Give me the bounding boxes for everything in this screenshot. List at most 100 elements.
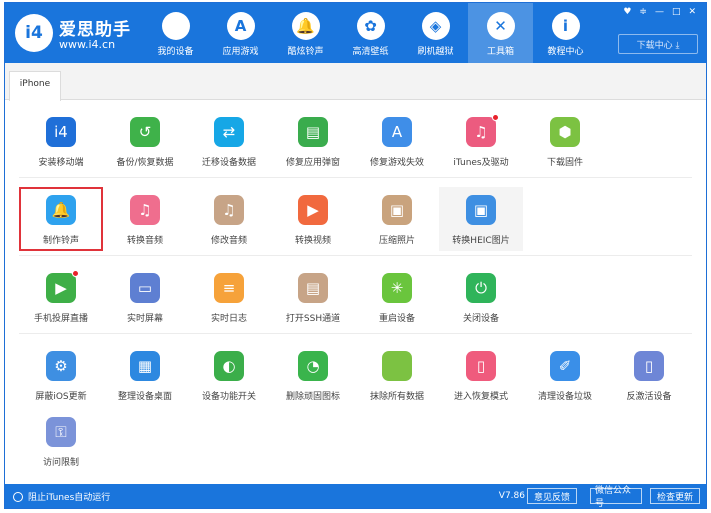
tool-item[interactable]: ⏻ 关闭设备 — [439, 265, 523, 329]
nav-label: 高清壁纸 — [352, 47, 389, 57]
tool-item[interactable]: ▤ 修复应用弹窗 — [271, 109, 355, 173]
nav-item-0[interactable]: 我的设备 — [143, 3, 208, 63]
tool-item[interactable]: ▦ 整理设备桌面 — [103, 343, 187, 407]
tool-item[interactable]: A 修复游戏失效 — [355, 109, 439, 173]
tool-item[interactable]: ▶ 手机投屏直播 — [19, 265, 103, 329]
appstore-fix-icon: A — [382, 117, 412, 147]
tool-item[interactable]: ♫ 转换音频 — [103, 187, 187, 251]
tool-row2: 🔔 制作铃声 ♫ 转换音频 ♫ 修改音频 ▶ 转换视频 ▣ 压缩照片 ▣ 转换HEIC图片 — [5, 187, 706, 251]
wechat-button[interactable]: 微信公众号 — [590, 486, 642, 508]
download-center-button[interactable]: 下载中心 ⤓ — [618, 34, 698, 54]
nav-label: 工具箱 — [486, 47, 514, 57]
tool-label: 转换HEIC图片 — [452, 236, 510, 246]
tool-item[interactable]: ▣ 压缩照片 — [355, 187, 439, 251]
nav-label: 酷炫铃声 — [287, 47, 324, 57]
nav-label: 我的设备 — [157, 47, 194, 57]
nav-item-1[interactable]: A 应用游戏 — [208, 3, 273, 63]
row-divider — [19, 177, 692, 178]
minimize-icon[interactable]: — — [655, 7, 664, 17]
itunes-autorun-toggle[interactable]: 阻止iTunes自动运行 — [13, 490, 110, 503]
icon-glyph: ▶ — [307, 201, 319, 219]
nav-item-6[interactable]: i 教程中心 — [533, 3, 598, 63]
tool-label: 抹除所有数据 — [369, 392, 424, 402]
nav-label: 教程中心 — [547, 47, 584, 57]
device-tabstrip: iPhone — [5, 63, 706, 101]
edit-audio-icon: ♫ — [214, 195, 244, 225]
tool-label: 关闭设备 — [462, 314, 499, 324]
icon-glyph: ✳ — [390, 279, 404, 297]
check-update-button[interactable]: 检查更新 — [650, 488, 700, 504]
icon-glyph: ▯ — [476, 357, 486, 375]
tool-label: 屏蔽iOS更新 — [35, 392, 87, 402]
tool-item[interactable]: ⇄ 迁移设备数据 — [187, 109, 271, 173]
radio-icon — [13, 491, 23, 502]
tool-item[interactable]: ↺ 备份/恢复数据 — [103, 109, 187, 173]
row-divider — [19, 255, 692, 256]
tool-item[interactable]: ▣ 转换HEIC图片 — [439, 187, 523, 251]
nav-item-4[interactable]: ◈ 刷机越狱 — [403, 3, 468, 63]
ssh-icon: ▤ — [298, 273, 328, 303]
tool-label: 打开SSH通道 — [285, 314, 341, 324]
tool-item[interactable]: 抹除所有数据 — [355, 343, 439, 407]
icon-glyph: ≡ — [222, 279, 236, 297]
menu-icon[interactable]: ≑ — [639, 7, 647, 17]
icon-glyph: ⚙ — [54, 357, 68, 375]
icon-glyph: ⇄ — [222, 123, 236, 141]
tool-item[interactable]: ♫ 修改音频 — [187, 187, 271, 251]
tool-item[interactable]: ✐ 清理设备垃圾 — [523, 343, 607, 407]
app-store-icon: A — [226, 12, 255, 40]
icon-glyph: ▦ — [137, 357, 153, 375]
version-label: V7.86 — [498, 491, 525, 501]
nav-item-2[interactable]: 🔔 酷炫铃声 — [273, 3, 338, 63]
tool-label: 删除顽固图标 — [285, 392, 340, 402]
app-window: i4 爱思助手 www.i4.cn 我的设备 A 应用游戏 🔔 酷炫铃声 ✿ 高清壁纸 ◈ 刷机… — [4, 2, 707, 509]
maximize-icon[interactable]: □ — [672, 7, 681, 17]
tool-label: iTunes及驱动 — [453, 158, 509, 168]
nav-item-5[interactable]: ✕ 工具箱 — [468, 3, 533, 63]
status-bar: 阻止iTunes自动运行 V7.86 意见反馈 微信公众号 检查更新 — [5, 484, 706, 508]
tool-item[interactable]: ▤ 打开SSH通道 — [271, 265, 355, 329]
tool-item[interactable]: ▯ 进入恢复模式 — [439, 343, 523, 407]
tool-label: 清理设备垃圾 — [537, 392, 592, 402]
tool-item[interactable]: i4 安装移动端 — [19, 109, 103, 173]
restriction-icon: ⚿ — [46, 417, 76, 447]
tool-label: 压缩照片 — [378, 236, 415, 246]
icon-glyph: ▣ — [473, 201, 489, 219]
feedback-button[interactable]: 意见反馈 — [527, 488, 577, 504]
desktop-grid-icon: ▦ — [130, 351, 160, 381]
tool-item[interactable]: ⬢ 下载固件 — [523, 109, 607, 173]
broom-icon: ✐ — [550, 351, 580, 381]
icon-glyph: ↺ — [138, 123, 152, 141]
tab-iphone[interactable]: iPhone — [9, 71, 61, 101]
deactivate-icon: ▯ — [634, 351, 664, 381]
tool-item[interactable]: ▶ 转换视频 — [271, 187, 355, 251]
tool-item[interactable]: ≡ 实时日志 — [187, 265, 271, 329]
nav-label: 刷机越狱 — [417, 47, 454, 57]
icon-glyph: ▣ — [389, 201, 405, 219]
nav-label: 应用游戏 — [222, 47, 259, 57]
tool-label: 手机投屏直播 — [33, 314, 88, 324]
main-nav: 我的设备 A 应用游戏 🔔 酷炫铃声 ✿ 高清壁纸 ◈ 刷机越狱 ✕ 工具箱 i 教程中心 — [143, 3, 598, 63]
monitor-icon: ▭ — [130, 273, 160, 303]
close-icon[interactable]: ✕ — [688, 7, 696, 17]
tool-label: 迁移设备数据 — [201, 158, 256, 168]
tool-item[interactable]: 🔔 制作铃声 — [19, 187, 103, 251]
tool-item[interactable]: ⚿ 访问限制 — [19, 409, 103, 473]
tool-item[interactable]: ✳ 重启设备 — [355, 265, 439, 329]
tool-item[interactable]: ♫ iTunes及驱动 — [439, 109, 523, 173]
nav-item-3[interactable]: ✿ 高清壁纸 — [338, 3, 403, 63]
skin-icon[interactable]: ♥ — [623, 7, 631, 17]
app-url: www.i4.cn — [59, 38, 116, 51]
tool-item[interactable]: ⚙ 屏蔽iOS更新 — [19, 343, 103, 407]
tool-item[interactable]: ◐ 设备功能开关 — [187, 343, 271, 407]
recovery-icon: ▯ — [466, 351, 496, 381]
tool-item[interactable]: ▭ 实时屏幕 — [103, 265, 187, 329]
tool-label: 反激活设备 — [626, 392, 672, 402]
tool-item[interactable]: ◔ 删除顽固图标 — [271, 343, 355, 407]
flower-icon: ✿ — [356, 12, 385, 40]
convert-video-icon: ▶ — [298, 195, 328, 225]
apple-icon — [161, 12, 190, 40]
tool-item[interactable]: ▯ 反激活设备 — [607, 343, 691, 407]
tool-row5: ⚿ 访问限制 — [5, 409, 706, 473]
icon-glyph: A — [391, 123, 403, 141]
